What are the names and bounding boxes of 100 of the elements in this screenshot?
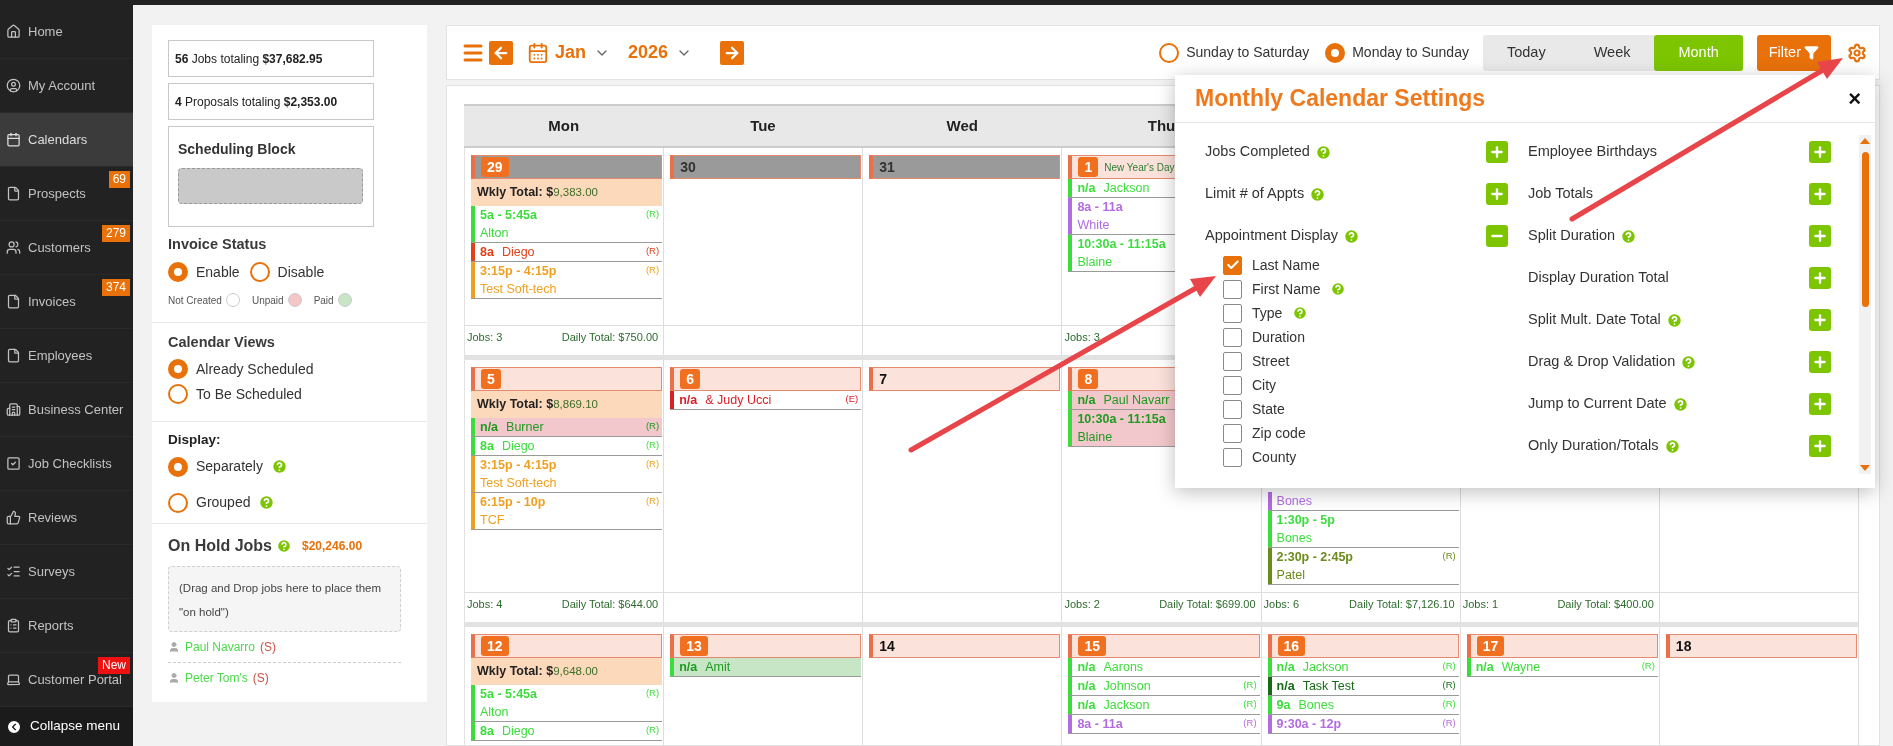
- daily-total: Daily Total: $699.00: [1159, 597, 1256, 612]
- count-badge: 374: [101, 279, 130, 296]
- panel-title: Scheduling Block: [178, 140, 297, 159]
- appointment-time: n/a: [1276, 659, 1295, 676]
- appointment-time: 3:15p - 4:15p: [480, 263, 557, 280]
- appointment-time: 1:30p - 5p: [1276, 512, 1335, 529]
- weekday-header: Tue: [750, 115, 776, 136]
- appointment-tag: (R): [1243, 677, 1260, 695]
- weekday-header: Mon: [548, 115, 580, 136]
- appointment-tag: (E): [845, 391, 862, 409]
- appointment-time: n/a: [1077, 180, 1096, 197]
- appointment-name: Blaine: [1077, 429, 1113, 446]
- drop-hint: (Drag and Drop jobs here to place them "on hold"): [179, 581, 381, 618]
- appointment-time: 10:30a - 11:15a: [1077, 411, 1166, 428]
- appointment-time: 5a - 5:45a: [480, 686, 537, 703]
- appointment-name: Aarons: [1103, 659, 1144, 676]
- appointment-tag: (R): [645, 262, 663, 280]
- appointment-name: Bones: [1298, 697, 1334, 714]
- appointment-name: Paul Navarr: [1103, 392, 1170, 409]
- daily-total: Daily Total: $644.00: [561, 597, 659, 612]
- appointment-name: Diego: [501, 244, 535, 261]
- daily-total: Daily Total: $400.00: [1557, 597, 1654, 612]
- weekly-total-label: Wkly Total: $: [477, 663, 554, 681]
- appointment-name: Jackson: [1103, 697, 1150, 714]
- setting-label: Split Mult. Date Total: [1528, 310, 1661, 330]
- setting-label: Employee Birthdays: [1528, 142, 1657, 162]
- appointment-time: 2:30p - 2:45p: [1276, 549, 1353, 566]
- appointment-name: Bones: [1276, 530, 1312, 547]
- appointment-tag: (R): [645, 456, 663, 474]
- appointment-time: n/a: [679, 659, 698, 676]
- appointment-tag: (R): [645, 243, 663, 261]
- appointment-tag: (R): [1243, 696, 1260, 714]
- appointment-time: 8a: [480, 438, 494, 455]
- appointment-tag: (R): [645, 418, 663, 436]
- appointment-name: Bones: [1276, 493, 1312, 510]
- appointment-name: White: [1077, 217, 1110, 234]
- appointment-time: n/a: [1077, 697, 1096, 714]
- weekly-total-label: Wkly Total: $: [477, 396, 554, 414]
- weekly-total-value: 9,648.00: [553, 663, 598, 679]
- totals-text: 56 Jobs totaling $37,682.95: [175, 50, 323, 68]
- setting-label: Job Totals: [1528, 184, 1594, 204]
- job-tag: (S): [260, 637, 277, 656]
- appointment-tag: (R): [645, 685, 663, 703]
- appointment-time: 8a - 11a: [1077, 199, 1123, 216]
- setting-label: Jobs Completed: [1205, 142, 1310, 162]
- weekly-total-label: Wkly Total: $: [477, 184, 554, 202]
- appointment-tag: (R): [645, 722, 663, 740]
- holiday-label: New Year's Day: [1104, 160, 1175, 175]
- weekly-total-value: 9,383.00: [553, 184, 598, 200]
- appointment-tag: (R): [1442, 658, 1459, 676]
- appointment-name: & Judy Ucci: [705, 392, 772, 409]
- section-title: Display:: [168, 430, 222, 449]
- appointment-name: Task Test: [1302, 678, 1355, 695]
- weekday-header: Thu: [1147, 115, 1176, 136]
- appointment-name: Diego: [501, 438, 535, 455]
- appointment-name: Alton: [480, 704, 509, 721]
- appointment-time: 8a: [480, 244, 494, 261]
- appointment-name: Test Soft-tech: [480, 281, 557, 298]
- weekday-header: Wed: [946, 115, 978, 136]
- appointment-name: Diego: [501, 723, 535, 740]
- count-badge: 69: [108, 171, 130, 188]
- setting-label: Only Duration/Totals: [1528, 436, 1659, 456]
- appointment-time: 8a - 11a: [1077, 716, 1123, 733]
- appointment-tag: (R): [1243, 715, 1260, 733]
- appointment-tag: (R): [1442, 677, 1459, 695]
- setting-label: Split Duration: [1528, 226, 1616, 246]
- appointment-tag: (R): [645, 437, 663, 455]
- appointment-tag: (R): [645, 493, 663, 511]
- appointment-time: 10:30a - 11:15a: [1077, 236, 1166, 253]
- appointment-time: n/a: [1077, 392, 1096, 409]
- jobs-count: Jobs: 3: [467, 330, 503, 345]
- jobs-count: Jobs: 6: [1263, 597, 1300, 612]
- on-hold-amount: $20,246.00: [302, 537, 363, 555]
- appointment-time: n/a: [679, 392, 698, 409]
- section-title: Invoice Status: [168, 235, 268, 254]
- appointment-time: n/a: [1475, 659, 1494, 676]
- count-badge: New: [98, 657, 130, 674]
- weekly-total-value: 8,869.10: [553, 396, 598, 412]
- jobs-count: Jobs: 2: [1064, 597, 1100, 612]
- appointment-time: 6:15p - 10p: [480, 494, 546, 511]
- appointment-time: 3:15p - 4:15p: [480, 457, 557, 474]
- appointment-tag: (R): [1442, 696, 1459, 714]
- jobs-count: Jobs: 4: [467, 597, 503, 612]
- daily-total: Daily Total: $7,126.10: [1349, 597, 1455, 612]
- appointment-time: n/a: [1276, 678, 1295, 695]
- daily-total: Daily Total: $750.00: [561, 330, 659, 345]
- setting-label: Drag & Drop Validation: [1528, 352, 1676, 372]
- setting-label: Display Duration Total: [1528, 268, 1669, 288]
- popup-title: Monthly Calendar Settings: [1195, 84, 1486, 114]
- appointment-name: Patel: [1276, 567, 1306, 584]
- appointment-time: n/a: [1077, 659, 1096, 676]
- appointment-name: Jackson: [1103, 180, 1150, 197]
- appointment-name: Wayne: [1501, 659, 1541, 676]
- jobs-count: Jobs: 1: [1462, 597, 1499, 612]
- appointment-time: 8a: [480, 723, 494, 740]
- appointment-name: Test Soft-tech: [480, 475, 557, 492]
- appointment-name: Amit: [705, 659, 731, 676]
- appointment-name: Alton: [480, 225, 509, 242]
- appointment-name: Johnson: [1103, 678, 1151, 695]
- appointment-name: TCF: [480, 512, 505, 529]
